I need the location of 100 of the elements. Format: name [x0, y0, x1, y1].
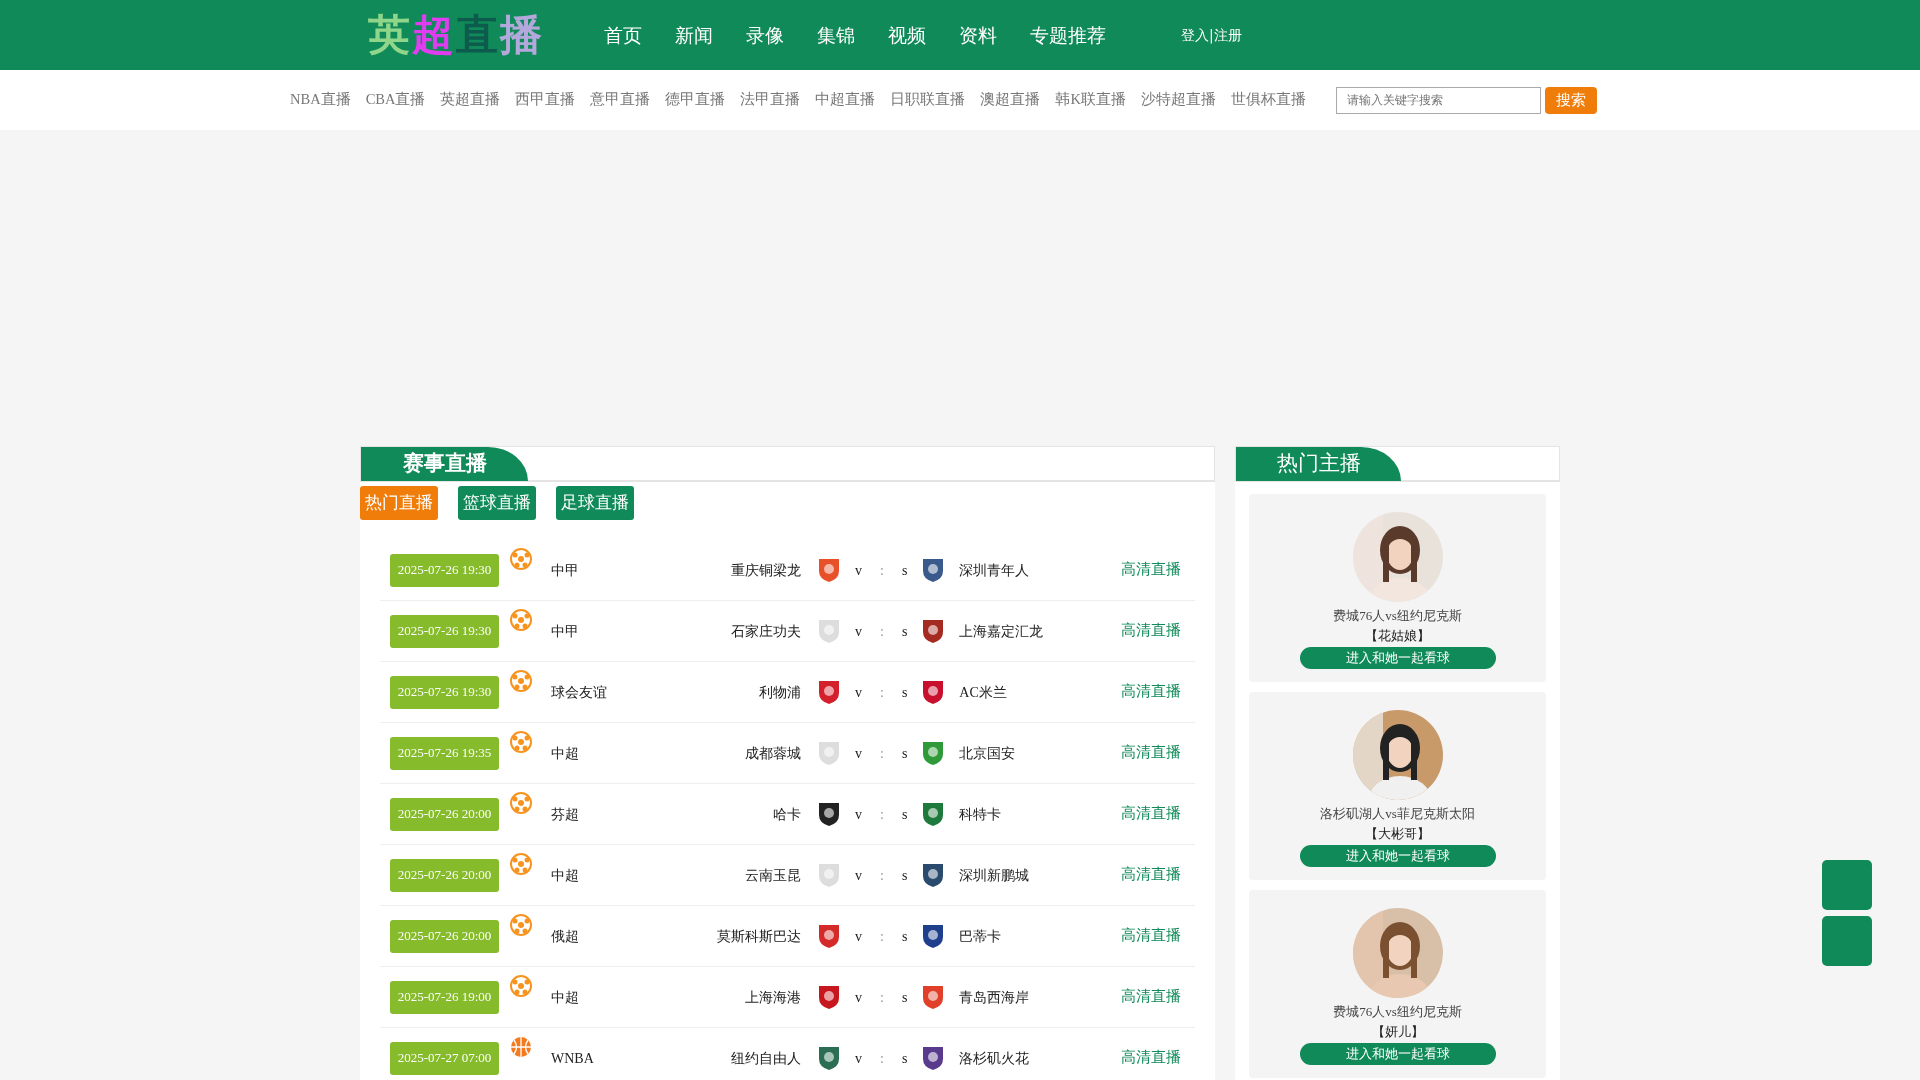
- filter-tab[interactable]: 足球直播: [556, 486, 634, 520]
- football-icon: [510, 548, 532, 570]
- team-name: 云南玉昆: [744, 866, 801, 885]
- match-time: 2025-07-27 07:00: [390, 1041, 499, 1075]
- score-separator: :: [880, 1049, 884, 1068]
- score-separator: :: [880, 805, 884, 824]
- basketball-icon: [510, 1036, 532, 1058]
- score-separator: v: [855, 988, 862, 1007]
- score-separator: s: [901, 927, 908, 946]
- league-name: 中甲: [551, 622, 580, 641]
- league-name: 俄超: [551, 927, 580, 946]
- section-title: 赛事直播: [361, 447, 528, 481]
- search-field[interactable]: 请输入关键字搜索: [1335, 86, 1541, 114]
- nav-link[interactable]: 集锦: [817, 20, 855, 50]
- login-register-link[interactable]: 登入|注册: [1181, 24, 1242, 46]
- match-time: 2025-07-26 19:30: [390, 553, 499, 587]
- watch-button[interactable]: 进入和她一起看球: [1299, 647, 1496, 669]
- score-separator: s: [901, 561, 908, 580]
- team-name: 利物浦: [758, 683, 801, 702]
- nav-link[interactable]: 录像: [746, 20, 784, 50]
- team-name: 上海海港: [744, 988, 801, 1007]
- team-name: AC米兰: [959, 683, 1008, 702]
- score-separator: :: [880, 744, 884, 763]
- football-icon: [510, 670, 532, 692]
- team-name: 巴蒂卡: [959, 927, 1003, 946]
- live-link[interactable]: 高清直播: [1121, 803, 1181, 825]
- team-name: 青岛西海岸: [959, 988, 1031, 1007]
- live-link[interactable]: 高清直播: [1121, 1047, 1181, 1069]
- category-link[interactable]: CBA直播: [365, 89, 426, 111]
- score-separator: s: [901, 988, 908, 1007]
- category-link[interactable]: 意甲直播: [590, 89, 651, 111]
- team-name: 深圳青年人: [959, 561, 1031, 580]
- match-time: 2025-07-26 19:00: [390, 980, 499, 1014]
- score-separator: v: [855, 744, 862, 763]
- category-link[interactable]: 澳超直播: [980, 89, 1041, 111]
- score-separator: v: [855, 866, 862, 885]
- score-separator: s: [901, 622, 908, 641]
- team-name: 深圳新鹏城: [959, 866, 1031, 885]
- live-link[interactable]: 高清直播: [1121, 681, 1181, 703]
- nav-link[interactable]: 资料: [959, 20, 997, 50]
- match-time: 2025-07-26 19:35: [390, 736, 499, 770]
- match-time: 2025-07-26 20:00: [390, 858, 499, 892]
- filter-tab[interactable]: 热门直播: [360, 486, 438, 520]
- float-button[interactable]: [1822, 916, 1872, 966]
- football-icon: [510, 609, 532, 631]
- score-separator: s: [901, 805, 908, 824]
- team-name: 洛杉矶火花: [959, 1049, 1031, 1068]
- score-separator: v: [855, 805, 862, 824]
- score-separator: :: [880, 927, 884, 946]
- live-link[interactable]: 高清直播: [1121, 559, 1181, 581]
- live-link[interactable]: 高清直播: [1121, 742, 1181, 764]
- team-name: 科特卡: [959, 805, 1003, 824]
- team-name: 哈卡: [772, 805, 801, 824]
- section-title: 热门主播: [1236, 447, 1401, 481]
- category-link[interactable]: 日职联直播: [890, 89, 966, 111]
- team-name: 纽约自由人: [730, 1049, 801, 1068]
- category-link[interactable]: 韩K联直播: [1055, 89, 1126, 111]
- search-button[interactable]: 搜索: [1544, 86, 1597, 114]
- score-separator: s: [901, 1049, 908, 1068]
- league-name: 芬超: [551, 805, 580, 824]
- live-link[interactable]: 高清直播: [1121, 864, 1181, 886]
- category-link[interactable]: 法甲直播: [740, 89, 801, 111]
- category-link[interactable]: 沙特超直播: [1140, 89, 1216, 111]
- category-link[interactable]: 世俱杯直播: [1230, 89, 1306, 111]
- filter-tab[interactable]: 篮球直播: [458, 486, 536, 520]
- anchor-name: 【大彬哥】: [1365, 824, 1430, 843]
- team-name: 成都蓉城: [744, 744, 801, 763]
- match-time: 2025-07-26 19:30: [390, 614, 499, 648]
- live-link[interactable]: 高清直播: [1121, 986, 1181, 1008]
- live-link[interactable]: 高清直播: [1121, 925, 1181, 947]
- nav-link[interactable]: 视频: [888, 20, 926, 50]
- football-icon: [510, 975, 532, 997]
- nav-link[interactable]: 首页: [604, 20, 642, 50]
- score-separator: s: [901, 866, 908, 885]
- nav-link[interactable]: 新闻: [675, 20, 713, 50]
- category-link[interactable]: 英超直播: [440, 89, 501, 111]
- match-time: 2025-07-26 20:00: [390, 919, 499, 953]
- category-link[interactable]: NBA直播: [290, 89, 351, 111]
- category-link[interactable]: 西甲直播: [515, 89, 576, 111]
- team-name: 上海嘉定汇龙: [959, 622, 1045, 641]
- match-title: 洛杉矶湖人vs菲尼克斯太阳: [1320, 805, 1475, 823]
- score-separator: :: [880, 988, 884, 1007]
- league-name: 球会友谊: [551, 683, 608, 702]
- anchor-name: 【妍儿】: [1371, 1022, 1424, 1041]
- nav-link[interactable]: 专题推荐: [1030, 20, 1106, 50]
- float-button[interactable]: [1822, 860, 1872, 910]
- category-link[interactable]: 中超直播: [815, 89, 876, 111]
- league-name: 中甲: [551, 561, 580, 580]
- live-link[interactable]: 高清直播: [1121, 620, 1181, 642]
- score-separator: v: [855, 622, 862, 641]
- league-name: WNBA: [551, 1049, 595, 1068]
- score-separator: s: [901, 744, 908, 763]
- watch-button[interactable]: 进入和她一起看球: [1299, 845, 1496, 867]
- team-name: 石家庄功夫: [730, 622, 801, 641]
- match-time: 2025-07-26 19:30: [390, 675, 499, 709]
- league-name: 中超: [551, 866, 580, 885]
- score-separator: :: [880, 683, 884, 702]
- category-link[interactable]: 德甲直播: [665, 89, 726, 111]
- watch-button[interactable]: 进入和她一起看球: [1299, 1043, 1496, 1065]
- football-icon: [510, 792, 532, 814]
